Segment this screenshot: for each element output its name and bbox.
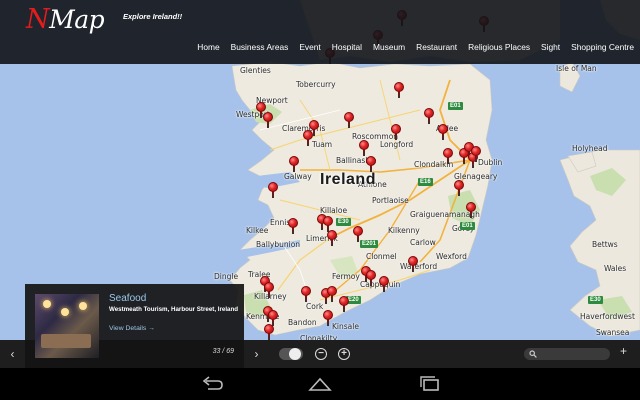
map-pin[interactable]: [465, 202, 477, 218]
place-label: Bettws: [592, 240, 618, 249]
home-icon[interactable]: [308, 376, 332, 392]
app-header: NMap Explore Ireland!! Home Business Are…: [0, 0, 640, 64]
chevron-left-icon: ‹: [10, 347, 15, 361]
place-photo: [35, 294, 99, 358]
place-label: Longford: [380, 140, 414, 149]
zoom-out-button[interactable]: −: [315, 348, 327, 360]
map-pin[interactable]: [263, 282, 275, 298]
map-pin[interactable]: [423, 108, 435, 124]
place-label: Ballybunion: [256, 240, 301, 249]
minus-icon: −: [318, 348, 324, 359]
map-pin[interactable]: [352, 226, 364, 242]
map-pin[interactable]: [267, 182, 279, 198]
view-details-link[interactable]: View Details →: [109, 325, 155, 332]
zoom-in-button[interactable]: +: [338, 348, 350, 360]
nav-item-home[interactable]: Home: [197, 42, 219, 52]
place-label: Tobercurry: [296, 80, 336, 89]
place-label: Holyhead: [572, 144, 608, 153]
category-nav: Home Business Areas Event Hospital Museu…: [197, 42, 634, 52]
search-input[interactable]: [524, 348, 610, 360]
toggle-knob: [289, 348, 301, 360]
place-label: Clonmel: [366, 252, 397, 261]
place-label: Dingle: [214, 272, 239, 281]
place-label: Haverfordwest: [580, 312, 635, 321]
map-pin[interactable]: [437, 124, 449, 140]
road-shield: E01: [448, 102, 463, 110]
map-pin[interactable]: [442, 148, 454, 164]
logo-initial: N: [26, 4, 50, 35]
back-icon[interactable]: [200, 376, 224, 392]
road-shield: E16: [418, 178, 433, 186]
map-pin[interactable]: [338, 296, 350, 312]
place-label: Fermoy: [332, 272, 360, 281]
place-title: Seafood: [109, 293, 147, 304]
place-label: Portlaoise: [372, 196, 409, 205]
map-pin[interactable]: [378, 276, 390, 292]
place-label: Wales: [604, 264, 627, 273]
nav-item-restaurant[interactable]: Restaurant: [416, 42, 457, 52]
nav-item-sight[interactable]: Sight: [541, 42, 560, 52]
place-label: Kilkenny: [388, 226, 420, 235]
nav-item-hospital[interactable]: Hospital: [332, 42, 362, 52]
app-tagline: Explore Ireland!!: [123, 12, 183, 21]
next-place-button[interactable]: ›: [244, 340, 269, 368]
road-shield: E01: [460, 222, 475, 230]
plus-icon: +: [341, 348, 347, 359]
place-label: Kilkee: [246, 226, 269, 235]
place-label: Galway: [284, 172, 312, 181]
map-pin[interactable]: [326, 230, 338, 246]
map-pin[interactable]: [343, 112, 355, 128]
road-shield: E30: [336, 218, 351, 226]
map-pin[interactable]: [288, 156, 300, 172]
system-nav-bar: [0, 368, 640, 400]
map-type-toggle[interactable]: [279, 348, 303, 360]
place-label: Tuam: [312, 140, 333, 149]
app-logo[interactable]: NMap: [26, 4, 105, 35]
recent-apps-icon[interactable]: [418, 376, 442, 392]
map-pin[interactable]: [407, 256, 419, 272]
logo-text: Map: [49, 5, 105, 34]
nav-item-museum[interactable]: Museum: [373, 42, 405, 52]
road-shield: E30: [588, 296, 603, 304]
map-pin[interactable]: [390, 124, 402, 140]
place-address: Westmeath Tourism, Harbour Street, Irela…: [109, 306, 239, 313]
place-label: Wexford: [436, 252, 467, 261]
country-label: Ireland: [320, 171, 376, 188]
place-label: Glenties: [240, 66, 271, 75]
place-label: Kinsale: [332, 322, 359, 331]
map-pin[interactable]: [358, 140, 370, 156]
search-icon: [529, 350, 537, 358]
map-pin[interactable]: [470, 146, 482, 162]
map-pin[interactable]: [262, 112, 274, 128]
prev-place-button[interactable]: ‹: [0, 340, 25, 368]
map-pin[interactable]: [322, 310, 334, 326]
map-pin[interactable]: [365, 156, 377, 172]
map-pin[interactable]: [287, 218, 299, 234]
place-label: Swansea: [596, 328, 630, 337]
map-pin[interactable]: [326, 286, 338, 302]
nav-item-business-areas[interactable]: Business Areas: [231, 42, 289, 52]
place-label: Isle of Man: [556, 64, 597, 73]
map-pin[interactable]: [453, 180, 465, 196]
add-button[interactable]: +: [620, 344, 627, 358]
map-pin[interactable]: [393, 82, 405, 98]
place-info-card[interactable]: Seafood Westmeath Tourism, Harbour Stree…: [25, 284, 244, 368]
nav-item-event[interactable]: Event: [299, 42, 320, 52]
nav-item-religious-places[interactable]: Religious Places: [468, 42, 530, 52]
chevron-right-icon: ›: [254, 347, 259, 361]
result-counter: 33 / 69: [212, 348, 234, 355]
place-label: Carlow: [410, 238, 436, 247]
map-pin[interactable]: [263, 324, 275, 340]
nav-item-shopping-centre[interactable]: Shopping Centre: [571, 42, 634, 52]
map-pin[interactable]: [302, 130, 314, 146]
place-label: Bandon: [288, 318, 317, 327]
map-pin[interactable]: [300, 286, 312, 302]
map-pin[interactable]: [365, 270, 377, 286]
